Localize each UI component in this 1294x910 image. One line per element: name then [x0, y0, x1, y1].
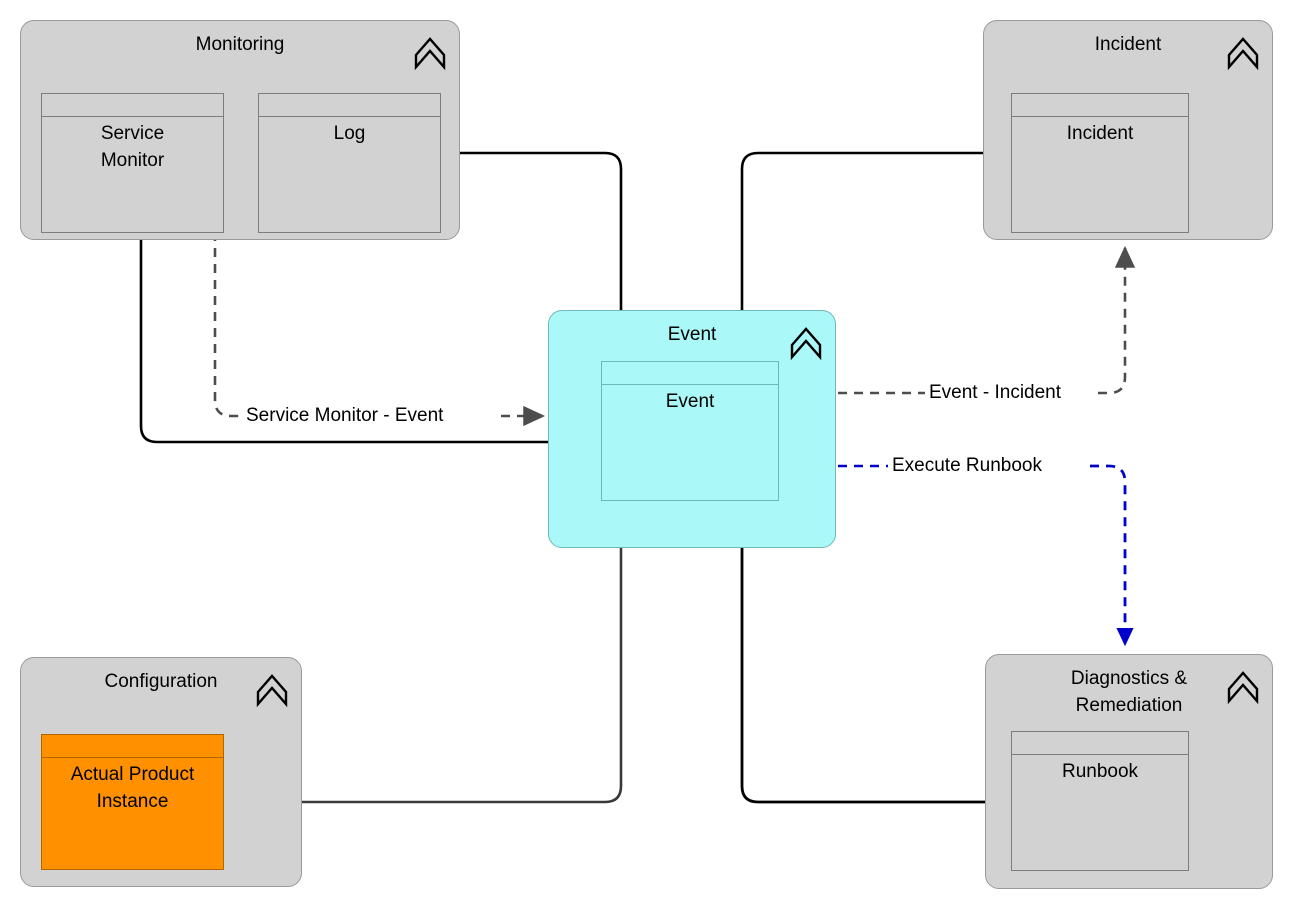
- node-incident-label: Incident: [1066, 123, 1134, 144]
- edge-event-incident-right: [1098, 245, 1136, 395]
- grouping-chevron-icon: [790, 327, 822, 361]
- diagram-canvas: Monitoring Service Monitor Log Incident …: [0, 0, 1294, 910]
- grouping-chevron-icon: [256, 674, 288, 708]
- node-actual-product-instance-header: [42, 735, 223, 758]
- group-event[interactable]: Event Event: [548, 310, 836, 548]
- node-runbook-label: Runbook: [1061, 761, 1139, 782]
- grouping-chevron-icon: [414, 37, 446, 71]
- node-event-header: [602, 362, 778, 385]
- group-monitoring[interactable]: Monitoring Service Monitor Log: [20, 20, 460, 240]
- node-actual-product-instance[interactable]: Actual Product Instance: [41, 734, 224, 870]
- group-incident[interactable]: Incident Incident: [983, 20, 1273, 240]
- grouping-chevron-icon: [1227, 37, 1259, 71]
- node-log-header: [259, 94, 440, 117]
- node-incident[interactable]: Incident: [1011, 93, 1189, 233]
- node-service-monitor-label: Service Monitor: [100, 123, 165, 171]
- grouping-chevron-icon: [1227, 671, 1259, 705]
- group-configuration[interactable]: Configuration Actual Product Instance: [20, 657, 302, 887]
- group-monitoring-title: Monitoring: [195, 34, 285, 55]
- node-actual-product-instance-label: Actual Product Instance: [70, 764, 195, 812]
- node-incident-header: [1012, 94, 1188, 117]
- node-log-label: Log: [333, 123, 366, 144]
- edge-execute-runbook-right: [1090, 464, 1134, 647]
- edge-label-event-incident: Event - Incident: [926, 382, 1065, 404]
- group-diagnostics-remediation[interactable]: Diagnostics & Remediation Runbook: [985, 654, 1273, 889]
- edge-label-service-monitor-event: Service Monitor - Event: [243, 405, 447, 427]
- node-runbook-header: [1012, 732, 1188, 755]
- node-runbook[interactable]: Runbook: [1011, 731, 1189, 871]
- node-service-monitor-header: [42, 94, 223, 117]
- node-service-monitor[interactable]: Service Monitor: [41, 93, 224, 233]
- node-event-label: Event: [665, 391, 715, 412]
- node-log[interactable]: Log: [258, 93, 441, 233]
- edge-label-execute-runbook: Execute Runbook: [889, 455, 1045, 477]
- edge-service-monitor-event-dashed: [213, 232, 243, 418]
- node-event[interactable]: Event: [601, 361, 779, 501]
